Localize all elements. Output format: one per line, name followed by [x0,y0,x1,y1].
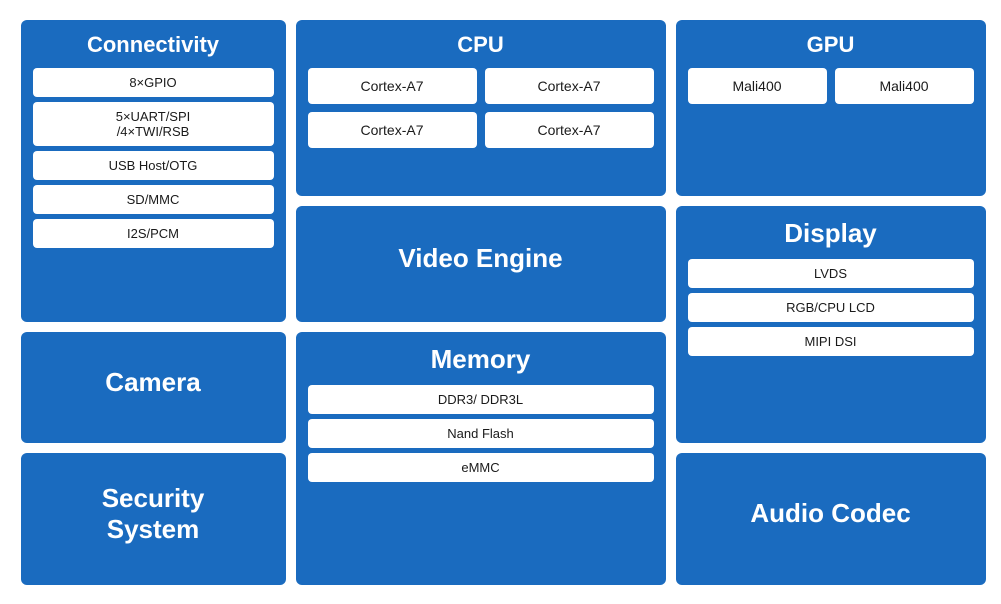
display-mipi-dsi: MIPI DSI [688,327,974,356]
video-engine-block: Video Engine [296,206,666,322]
memory-nand-flash: Nand Flash [308,419,654,448]
video-engine-title: Video Engine [398,243,562,274]
connectivity-sd: SD/MMC [33,185,274,214]
display-title: Display [784,218,877,249]
cpu-block: CPU Cortex-A7 Cortex-A7 Cortex-A7 Cortex… [296,20,666,196]
gpu-title: GPU [807,32,855,58]
security-system-block: SecuritySystem [21,453,286,584]
connectivity-block: Connectivity 8×GPIO 5×UART/SPI/4×TWI/RSB… [21,20,286,323]
gpu-items-grid: Mali400 Mali400 [688,68,974,104]
connectivity-i2s: I2S/PCM [33,219,274,248]
camera-block: Camera [21,332,286,443]
security-system-title: SecuritySystem [102,483,205,545]
memory-block: Memory DDR3/ DDR3L Nand Flash eMMC [296,332,666,585]
cpu-title: CPU [457,32,503,58]
memory-title: Memory [431,344,531,375]
gpu-mali-2: Mali400 [835,68,974,104]
cpu-cores-grid: Cortex-A7 Cortex-A7 Cortex-A7 Cortex-A7 [308,68,654,148]
chip-diagram: Connectivity 8×GPIO 5×UART/SPI/4×TWI/RSB… [11,10,991,595]
audio-codec-block: Audio Codec [676,453,986,584]
connectivity-gpio: 8×GPIO [33,68,274,97]
cpu-core-1: Cortex-A7 [308,68,477,104]
audio-codec-title: Audio Codec [750,498,910,529]
cpu-core-4: Cortex-A7 [485,112,654,148]
cpu-core-3: Cortex-A7 [308,112,477,148]
gpu-block: GPU Mali400 Mali400 [676,20,986,196]
connectivity-uart: 5×UART/SPI/4×TWI/RSB [33,102,274,146]
display-block: Display LVDS RGB/CPU LCD MIPI DSI [676,206,986,444]
memory-ddr3: DDR3/ DDR3L [308,385,654,414]
display-rgb-lcd: RGB/CPU LCD [688,293,974,322]
connectivity-title: Connectivity [87,32,219,58]
gpu-mali-1: Mali400 [688,68,827,104]
cpu-core-2: Cortex-A7 [485,68,654,104]
memory-emmc: eMMC [308,453,654,482]
camera-title: Camera [105,367,200,398]
display-lvds: LVDS [688,259,974,288]
connectivity-usb: USB Host/OTG [33,151,274,180]
